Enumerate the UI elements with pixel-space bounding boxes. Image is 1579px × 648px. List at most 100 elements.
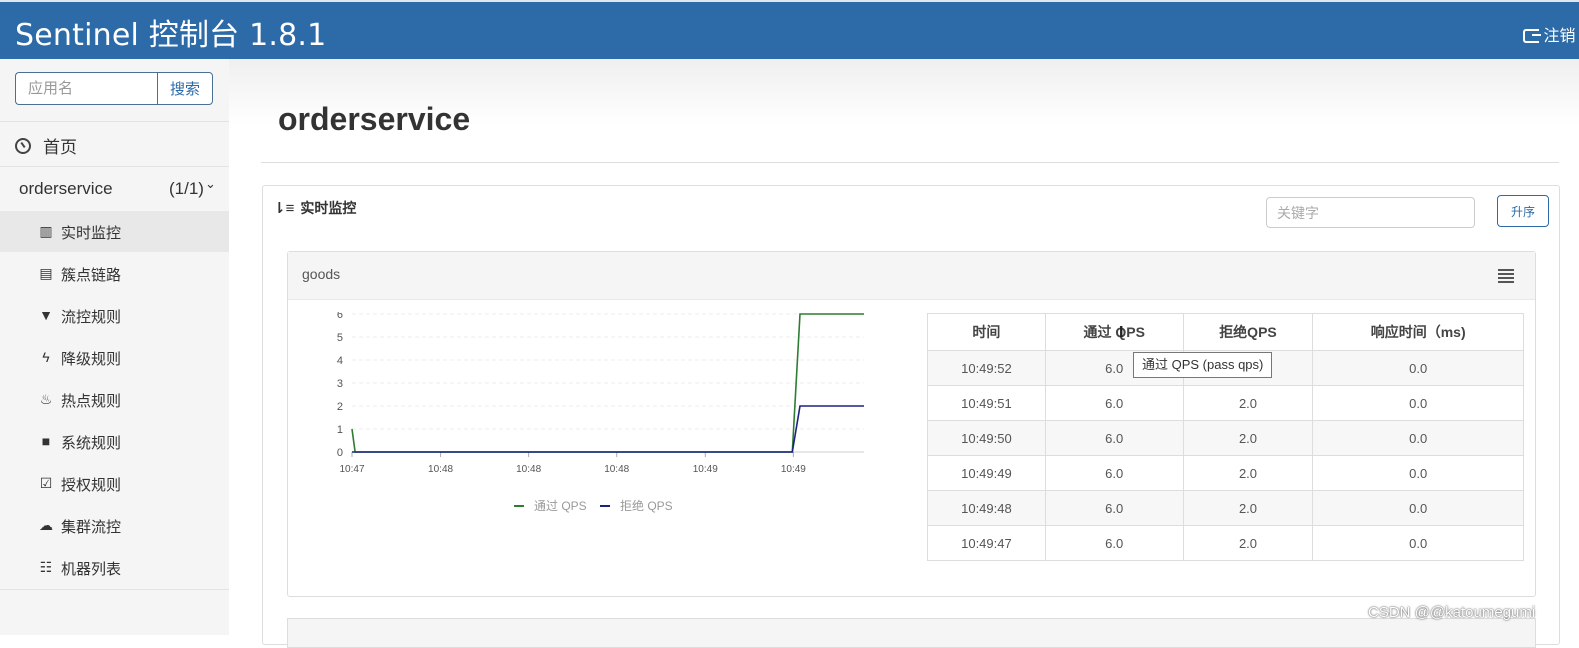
table-cell: 0.0 (1312, 490, 1524, 526)
table-cell: 10:49:47 (927, 525, 1046, 561)
sidebar-item-home[interactable]: 首页 (15, 133, 77, 158)
sidebar-item[interactable]: ☷ 机器列表 (0, 547, 229, 588)
y-tick-label: 1 (337, 424, 343, 436)
app-name: orderservice (19, 179, 113, 198)
legend-label[interactable]: 拒绝 QPS (620, 498, 673, 513)
lock-icon: ■ (41, 433, 51, 449)
table-cell: 0.0 (1312, 525, 1524, 561)
table-cell: 2.0 (1182, 490, 1314, 526)
y-tick-label: 5 (337, 332, 343, 344)
bar-chart-icon: ▥ (39, 223, 53, 239)
column-header[interactable]: 通过 QPS (1044, 313, 1184, 351)
table-row: 10:49:48 6.0 2.0 0.0 (927, 490, 1524, 526)
divider (261, 162, 1559, 163)
sidebar-item-label: 流控规则 (61, 309, 122, 326)
y-tick-label: 4 (337, 355, 343, 367)
table-cell: 10:49:50 (927, 420, 1046, 456)
column-header[interactable]: 拒绝QPS (1182, 313, 1314, 351)
sidebar-item[interactable]: ▼ 流控规则 (0, 295, 229, 336)
flash-icon: ϟ (42, 349, 50, 365)
panel-heading: ⇂≡ 实时监控 (273, 198, 356, 218)
home-label: 首页 (43, 138, 77, 157)
table-row: 10:49:50 6.0 2.0 0.0 (927, 420, 1524, 456)
sidebar-item[interactable]: ☑ 授权规则 (0, 463, 229, 504)
sidebar-item-label: 系统规则 (61, 435, 122, 452)
table-cell: 6.0 (1044, 385, 1184, 421)
table-cell: 10:49:52 (927, 350, 1046, 386)
th-list-icon: ☷ (39, 559, 53, 575)
table-cell: 2.0 (1182, 420, 1314, 456)
divider (0, 121, 229, 122)
app-title[interactable]: Sentinel 控制台 1.8.1 (15, 10, 326, 54)
divider (0, 166, 229, 167)
y-tick-label: 3 (337, 378, 343, 390)
resource-card (287, 618, 1536, 648)
sidebar-item[interactable]: ϟ 降级规则 (0, 337, 229, 378)
app-search-input[interactable] (15, 72, 158, 105)
y-tick-label: 0 (337, 447, 343, 459)
table-cell: 2.0 (1182, 385, 1314, 421)
sidebar-item-label: 降级规则 (61, 351, 122, 368)
table-cell: 6.0 (1044, 455, 1184, 491)
search-button[interactable]: 搜索 (157, 72, 213, 105)
resource-name: goods (302, 266, 341, 282)
sort-icon: ⇂≡ (273, 200, 295, 217)
x-tick-label: 10:49 (693, 464, 718, 475)
sidebar-item[interactable]: ☁ 集群流控 (0, 505, 229, 546)
sidebar-item-label: 实时监控 (61, 225, 122, 242)
table-cell: 10:49:48 (927, 490, 1046, 526)
table-cell: 2.0 (1182, 455, 1314, 491)
sidebar-item[interactable]: ▥ 实时监控 (0, 211, 229, 252)
chevron-down-icon[interactable]: ⌄ (205, 176, 216, 192)
keyword-search-input[interactable] (1266, 197, 1475, 228)
sidebar-item[interactable]: ▤ 簇点链路 (0, 253, 229, 294)
machine-count: (1/1) (169, 179, 204, 198)
table-cell: 0.0 (1312, 350, 1524, 386)
y-tick-label: 2 (337, 401, 343, 413)
table-cell: 0.0 (1312, 385, 1524, 421)
filter-icon: ▼ (39, 307, 53, 323)
list-icon: ▤ (39, 265, 53, 281)
table-row: 10:49:47 6.0 2.0 0.0 (927, 525, 1524, 561)
legend-label[interactable]: 通过 QPS (534, 499, 587, 513)
sidebar-item-label: 簇点链路 (61, 267, 122, 284)
column-header[interactable]: 时间 (927, 313, 1046, 351)
realtime-monitor-panel: ⇂≡ 实时监控 升序 goods 0 1 2 3 4 5 6 10:47 10:48 10:48 10… (262, 185, 1560, 648)
sidebar-item-label: 授权规则 (61, 477, 122, 494)
sidebar: 搜索 首页 orderservice (1/1) ⌄ ▥ 实时监控 ▤ 簇点链路 ▼ 流控… (0, 59, 229, 635)
x-tick-label: 10:49 (781, 464, 806, 475)
top-navbar: Sentinel 控制台 1.8.1 注销 (0, 0, 1579, 59)
logout-link[interactable]: 注销 (1523, 22, 1575, 46)
sidebar-item-label: 机器列表 (61, 561, 122, 578)
table-cell: 2.0 (1182, 525, 1314, 561)
x-tick-label: 10:47 (339, 464, 364, 475)
app-search: 搜索 (15, 72, 213, 105)
menu-icon[interactable] (1498, 269, 1514, 283)
check-square-icon: ☑ (39, 475, 53, 491)
qps-line-chart: 0 1 2 3 4 5 6 10:47 10:48 10:48 10:48 10:49 10:49 通过 … (337, 312, 864, 513)
resource-card: goods 0 1 2 3 4 5 6 10:47 10:48 10:48 10:48 10:49 10… (287, 251, 1536, 597)
sort-ascending-button[interactable]: 升序 (1497, 195, 1549, 227)
y-tick-label: 6 (337, 312, 343, 321)
dashboard-icon (15, 138, 31, 154)
x-tick-label: 10:48 (516, 464, 541, 475)
x-tick-label: 10:48 (604, 464, 629, 475)
divider (0, 589, 229, 590)
page-title: orderservice (278, 101, 471, 137)
metrics-table: 时间 通过 QPS 拒绝QPS 响应时间（ms) 10:49:52 6.0 0.0 10:4… (927, 313, 1524, 561)
table-row: 10:49:51 6.0 2.0 0.0 (927, 385, 1524, 421)
table-cell: 6.0 (1044, 525, 1184, 561)
table-cell: 10:49:49 (927, 455, 1046, 491)
table-cell: 6.0 (1044, 420, 1184, 456)
table-cell: 10:49:51 (927, 385, 1046, 421)
sidebar-item[interactable]: ♨ 热点规则 (0, 379, 229, 420)
fire-icon: ♨ (39, 391, 53, 407)
table-cell: 6.0 (1044, 490, 1184, 526)
app-entry-orderservice[interactable]: orderservice (1/1) ⌄ (19, 176, 219, 199)
sidebar-item[interactable]: ■ 系统规则 (0, 421, 229, 462)
column-header[interactable]: 响应时间（ms) (1312, 313, 1524, 351)
watermark: CSDN @@katoumegumi (1368, 604, 1536, 621)
column-tooltip: 通过 QPS (pass qps) (1133, 352, 1273, 378)
sidebar-item-label: 集群流控 (61, 519, 122, 536)
logout-label: 注销 (1543, 28, 1576, 45)
